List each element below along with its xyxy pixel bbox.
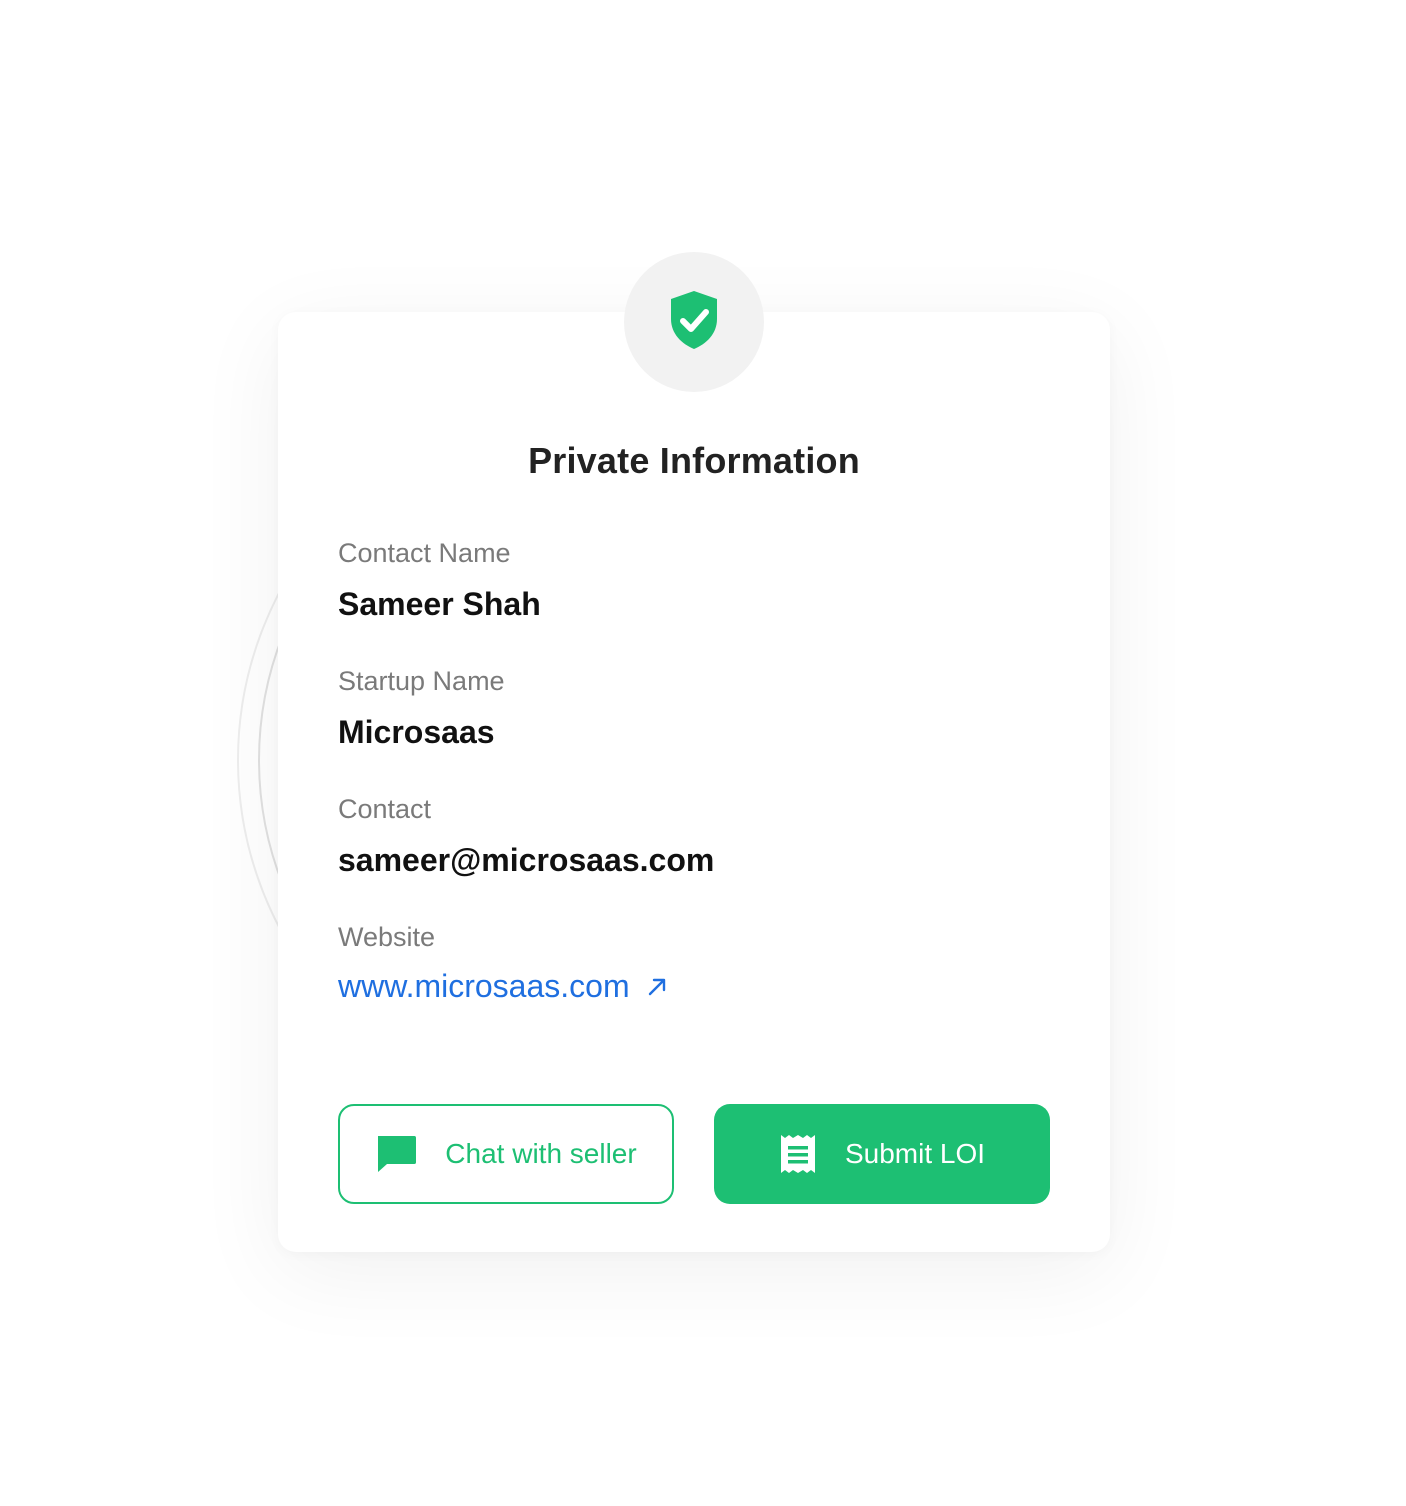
submit-loi-button[interactable]: Submit LOI [714,1104,1050,1204]
startup-name-label: Startup Name [338,666,505,696]
startup-name-value: Microsaas [338,714,495,750]
website-link[interactable]: www.microsaas.com [338,968,668,1005]
contact-email-value: sameer@microsaas.com [338,842,715,878]
submit-loi-label: Submit LOI [844,1138,986,1169]
chat-bubble-icon [375,1134,417,1174]
website-link-text[interactable]: www.microsaas.com [338,968,630,1005]
shield-check-icon [668,289,720,356]
contact-name-value: Sameer Shah [338,586,541,622]
contact-name-label: Contact Name [338,538,511,568]
chat-with-seller-button[interactable]: Chat with seller [338,1104,674,1204]
external-link-arrow-icon[interactable] [646,976,668,998]
chat-with-seller-label: Chat with seller [445,1138,637,1169]
verified-badge [624,252,764,392]
contact-email-label: Contact [338,794,432,824]
card-title: Private Information [528,440,860,481]
website-label: Website [338,922,436,952]
receipt-icon [779,1133,817,1175]
